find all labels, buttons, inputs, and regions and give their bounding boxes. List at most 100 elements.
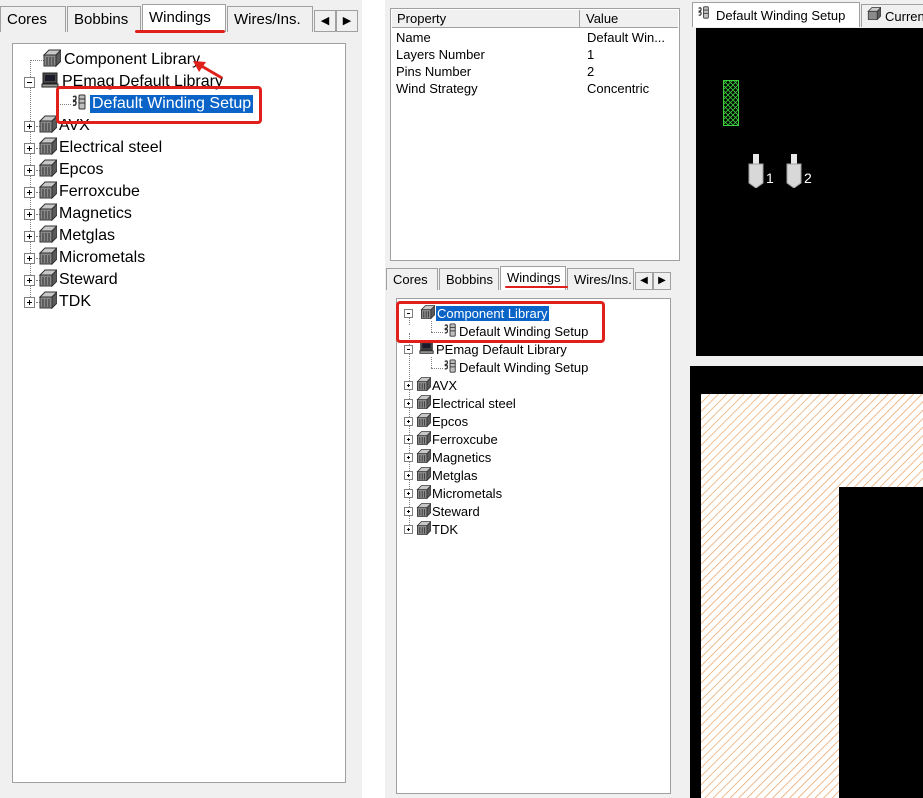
tab-scroll-right-button[interactable]: ▶ [653,272,671,290]
library-icon [415,394,432,413]
library-icon [37,290,59,315]
tab-current[interactable]: Curren [861,4,923,27]
tab-windings[interactable]: Windings [142,4,226,32]
tree-item-steward[interactable]: Steward [404,502,480,521]
expand-icon[interactable] [404,434,413,444]
expand-icon[interactable] [404,488,413,498]
grid-cell-property: Layers Number [396,47,485,62]
expand-icon[interactable] [404,452,413,462]
expand-icon[interactable] [24,186,35,198]
expand-icon[interactable] [24,230,35,242]
tree-item-ferroxcube[interactable]: Ferroxcube [404,430,498,447]
expand-icon[interactable] [24,164,35,176]
collapse-icon[interactable] [404,344,413,354]
bobbin-hatch [701,394,923,798]
grid-cell-property: Wind Strategy [396,81,478,96]
tree-label: TDK [59,293,91,310]
expand-icon[interactable] [404,380,413,390]
tree-item-magnetics[interactable]: Magnetics [404,448,491,467]
grid-header-value: Value [580,10,678,28]
tab-bobbins[interactable]: Bobbins [67,6,141,32]
tree-item-metglas[interactable]: Metglas [404,466,478,485]
tree-item-metglas[interactable]: Metglas [24,224,116,246]
tree-item-steward[interactable]: Steward [24,268,118,290]
grid-cell-value[interactable]: Concentric [587,81,677,96]
expand-icon[interactable] [404,524,413,534]
expand-icon[interactable] [24,274,35,286]
annotation-underline [135,30,225,33]
library-icon [415,412,432,431]
property-grid: Property Value Name Default Win... Layer… [390,8,680,261]
tab-label: Default Winding Setup [716,7,846,23]
tree-label: Ferroxcube [432,431,498,447]
tree-item-epcos[interactable]: Epcos [24,158,103,180]
tree-item-ferroxcube[interactable]: Ferroxcube [24,180,140,202]
bobbin-section-canvas[interactable] [690,366,923,798]
tree-item-epcos[interactable]: Epcos [404,412,469,431]
tree-item-pemag-default-library[interactable]: PEmag Default Library [404,341,567,357]
library-icon [415,484,432,503]
tree-item-avx[interactable]: AVX [404,376,457,393]
library-icon [415,466,432,485]
tab-cores[interactable]: Cores [386,268,438,290]
grid-cell-property: Name [396,30,431,45]
tree-item-default-winding-setup[interactable]: Default Winding Setup [443,358,588,377]
tab-wires-ins[interactable]: Wires/Ins. [567,268,634,290]
tree-label: Electrical steel [432,395,516,411]
grid-cell-value[interactable]: 2 [587,64,677,79]
left-tree[interactable]: Component Library PEmag Default Library … [12,43,346,783]
tree-item-tdk[interactable]: TDK [24,290,91,315]
library-icon [415,520,432,539]
winding-icon [443,358,457,377]
tree-item-component-library[interactable]: Component Library [41,48,201,70]
grid-cell-value[interactable]: 1 [587,47,677,62]
tree-label: Electrical steel [59,139,163,156]
pin-2: 2 [786,154,812,188]
pin-label: 1 [766,170,774,186]
tree-label: Epcos [432,413,469,429]
grid-cell-value[interactable]: Default Win... [587,30,677,45]
middle-tree[interactable]: Component Library Default Winding Setup … [396,298,671,794]
preview-tabbar: Default Winding Setup Curren [692,2,923,27]
tree-item-tdk[interactable]: TDK [404,520,458,539]
tab-scroll-left-button[interactable]: ◀ [635,272,653,290]
library-icon [415,502,432,521]
expand-icon[interactable] [24,296,35,308]
annotation-underline [505,286,568,288]
tree-item-magnetics[interactable]: Magnetics [24,202,132,224]
tree-item-electrical-steel[interactable]: Electrical steel [404,394,516,413]
tab-scroll-right-button[interactable]: ▶ [336,10,358,32]
tree-item-micrometals[interactable]: Micrometals [24,246,145,268]
tab-cores[interactable]: Cores [0,6,66,32]
tab-wires-ins[interactable]: Wires/Ins. [227,6,313,32]
tree-label: Component Library [64,51,201,68]
tree-label: TDK [432,521,458,537]
expand-icon[interactable] [404,398,413,408]
winding-preview-canvas[interactable]: 1 2 [696,28,923,356]
annotation-box [396,301,605,343]
expand-icon[interactable] [24,120,35,132]
library-icon [415,448,432,467]
expand-icon[interactable] [24,142,35,154]
tab-scroll-left-button[interactable]: ◀ [314,10,336,32]
expand-icon[interactable] [404,416,413,426]
expand-icon[interactable] [24,252,35,264]
tree-label: PEmag Default Library [436,341,567,357]
expand-icon[interactable] [404,470,413,480]
pin-icon [786,154,802,188]
expand-icon[interactable] [404,506,413,516]
pin-1: 1 [748,154,774,188]
tab-bobbins[interactable]: Bobbins [439,268,499,290]
pin-label: 2 [804,170,812,186]
grid-header-property: Property [392,10,580,28]
expand-icon[interactable] [24,208,35,220]
tab-default-winding-setup[interactable]: Default Winding Setup [692,2,860,27]
tree-item-micrometals[interactable]: Micrometals [404,484,502,503]
tree-item-electrical-steel[interactable]: Electrical steel [24,136,163,158]
tree-label: Metglas [432,467,478,483]
collapse-icon[interactable] [24,76,35,88]
tree-label: Steward [432,503,480,519]
tree-label: Metglas [59,227,116,244]
tree-label: Steward [59,271,118,288]
annotation-box [56,86,262,124]
